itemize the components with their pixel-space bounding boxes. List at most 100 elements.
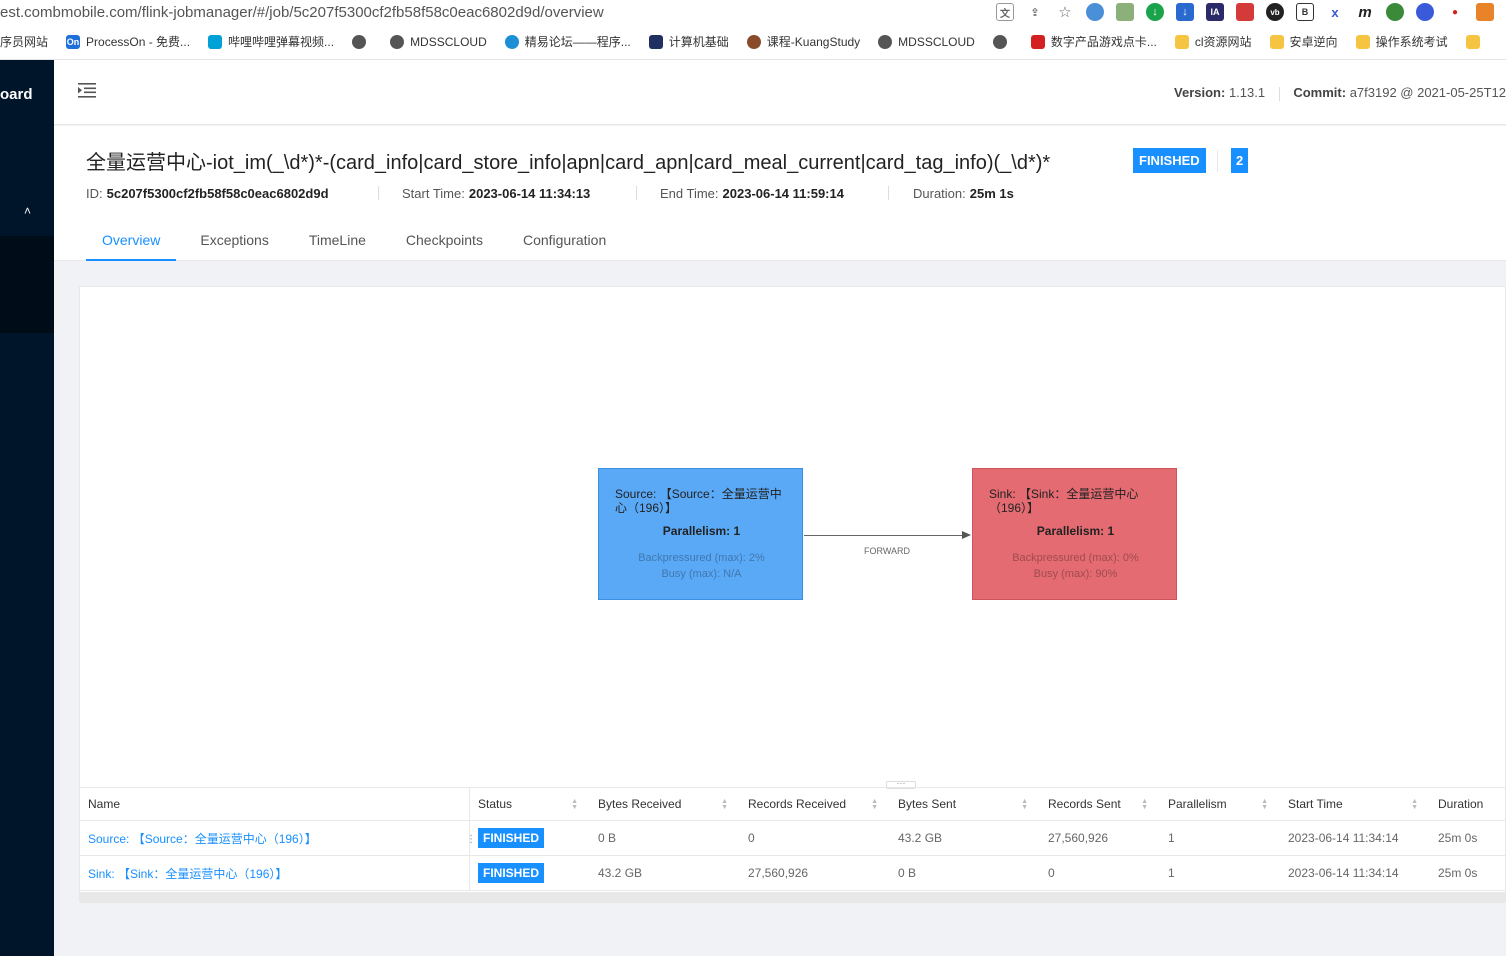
- busy-metric: Busy (max): N/A: [661, 568, 742, 580]
- bookmark-item[interactable]: cl资源网站: [1174, 33, 1252, 50]
- sink-node[interactable]: Sink: 【Sink：全量运营中心（196）】 Parallelism: 1 …: [972, 468, 1177, 600]
- extension-image-icon[interactable]: [1116, 3, 1134, 21]
- tab-timeline[interactable]: TimeLine: [293, 226, 382, 261]
- commit-label: Commit:: [1293, 85, 1347, 100]
- tab-overview[interactable]: Overview: [86, 226, 177, 261]
- extension-x-icon[interactable]: x: [1326, 3, 1344, 21]
- sort-icon[interactable]: ▲ ▼: [871, 798, 878, 811]
- bookmark-item[interactable]: [992, 34, 1013, 49]
- table-scrollbar[interactable]: [80, 892, 1506, 903]
- bytes-received-cell: 43.2 GB: [598, 866, 643, 880]
- job-graph[interactable]: Source: 【Source：全量运营中心（196）】 Parallelism…: [80, 287, 1506, 789]
- share-icon[interactable]: ⇪: [1026, 3, 1044, 21]
- bookmark-item[interactable]: 操作系统考试: [1355, 33, 1448, 50]
- chevron-up-icon[interactable]: ˄: [24, 204, 31, 218]
- bookmark-label: 操作系统考试: [1375, 35, 1448, 49]
- sort-icon[interactable]: ▲ ▼: [721, 798, 728, 811]
- extension-record-icon[interactable]: ●: [1446, 3, 1464, 21]
- bookmark-item[interactable]: On ProcessOn - 免费...: [66, 33, 190, 50]
- sort-icon[interactable]: ▲ ▼: [1141, 798, 1148, 811]
- divider: [378, 186, 379, 200]
- extension-earth-icon[interactable]: [1386, 3, 1404, 21]
- records-received-cell: 0: [748, 831, 755, 845]
- sort-icon[interactable]: ▲ ▼: [1261, 798, 1268, 811]
- node-name: Source: 【Source：全量运营中心（196）】: [615, 487, 782, 515]
- node-name: Sink: 【Sink：全量运营中心（196）】: [989, 487, 1139, 515]
- bookmark-item[interactable]: MDSSCLOUD: [878, 34, 975, 49]
- column-header-records-sent[interactable]: Records Sent ▲ ▼: [1040, 788, 1160, 820]
- sidebar-submenu: [0, 236, 54, 333]
- translate-icon[interactable]: 文: [996, 3, 1014, 21]
- url-field[interactable]: est.combmobile.com/flink-jobmanager/#/jo…: [0, 4, 990, 21]
- extension-download-icon[interactable]: ↓: [1176, 3, 1194, 21]
- bookmark-item[interactable]: 课程-KuangStudy: [746, 33, 860, 50]
- records-sent-cell: 27,560,926: [1048, 831, 1109, 845]
- extension-cube-icon[interactable]: [1236, 3, 1254, 21]
- vertex-name-cell[interactable]: Source: 【Source：全量运营中心（196）】 ⋮: [80, 821, 476, 855]
- extension-m-icon[interactable]: m: [1356, 3, 1374, 21]
- bookmark-label: 序员网站: [0, 35, 49, 49]
- extension-globe-icon[interactable]: [1086, 3, 1104, 21]
- column-header-bytes-received[interactable]: Bytes Received ▲ ▼: [590, 788, 740, 820]
- job-id-value: 5c207f5300cf2fb58f58c0eac6802d9d: [106, 186, 329, 201]
- divider: [1217, 150, 1218, 172]
- start-time-cell: 2023-06-14 11:34:14: [1288, 866, 1399, 880]
- column-header-name[interactable]: Name: [80, 788, 470, 820]
- job-overview-card: Source: 【Source：全量运营中心（196）】 Parallelism…: [79, 286, 1506, 903]
- bookmark-item[interactable]: MDSSCLOUD: [390, 34, 487, 49]
- node-parallelism: Parallelism: 1: [1036, 524, 1115, 538]
- start-time-value: 2023-06-14 11:34:13: [468, 186, 591, 201]
- bookmark-item[interactable]: [1465, 34, 1486, 49]
- browser-toolbar-icons: 文 ⇪ ☆ ↓ ↓ IA vb B x m ●: [990, 3, 1506, 21]
- tab-configuration[interactable]: Configuration: [507, 226, 622, 261]
- menu-fold-icon[interactable]: [78, 82, 96, 98]
- grid-icon: [648, 34, 663, 49]
- bookmark-item[interactable]: 数字产品游戏点卡...: [1030, 33, 1157, 50]
- bookmark-item[interactable]: 序员网站: [0, 33, 48, 50]
- version-info: Version: 1.13.1 Commit: a7f3192 @ 2021-0…: [1174, 85, 1506, 101]
- extension-hex-icon[interactable]: [1416, 3, 1434, 21]
- end-time-label: End Time:: [660, 186, 719, 201]
- bytes-received-cell: 0 B: [598, 831, 617, 845]
- bookmark-label: ProcessOn - 免费...: [86, 35, 191, 49]
- source-node[interactable]: Source: 【Source：全量运营中心（196）】 Parallelism…: [598, 468, 803, 600]
- column-header-status[interactable]: Status ▲ ▼: [470, 788, 590, 820]
- sort-icon[interactable]: ▲ ▼: [1411, 798, 1418, 811]
- column-header-parallelism[interactable]: Parallelism ▲ ▼: [1160, 788, 1280, 820]
- duration-label: Duration:: [913, 186, 966, 201]
- job-start-time: Start Time: 2023-06-14 11:34:13: [402, 186, 590, 201]
- column-header-start-time[interactable]: Start Time ▲ ▼: [1280, 788, 1430, 820]
- extension-download-green-icon[interactable]: ↓: [1146, 3, 1164, 21]
- duration-cell: 25m 0s: [1438, 866, 1478, 880]
- extension-vb-icon[interactable]: vb: [1266, 3, 1284, 21]
- graph-edge: [804, 535, 967, 536]
- extension-fox-icon[interactable]: [1476, 3, 1494, 21]
- sort-icon[interactable]: ▲ ▼: [1021, 798, 1028, 811]
- job-end-time: End Time: 2023-06-14 11:59:14: [660, 186, 844, 201]
- start-time-label: Start Time:: [402, 186, 465, 201]
- divider: [636, 186, 637, 200]
- bookmark-item[interactable]: 计算机基础: [648, 33, 729, 50]
- extension-sync-icon[interactable]: B: [1296, 3, 1314, 21]
- column-header-bytes-sent[interactable]: Bytes Sent ▲ ▼: [890, 788, 1040, 820]
- sidebar: oard ˄: [0, 60, 54, 956]
- bookmark-star-icon[interactable]: ☆: [1056, 3, 1074, 21]
- parallelism-cell: 1: [1168, 866, 1175, 880]
- backpressured-metric: Backpressured (max): 2%: [638, 552, 765, 564]
- extension-ia-icon[interactable]: IA: [1206, 3, 1224, 21]
- tab-exceptions[interactable]: Exceptions: [184, 226, 284, 261]
- column-header-duration[interactable]: Duration: [1430, 788, 1506, 820]
- table-row[interactable]: Source: 【Source：全量运营中心（196）】 ⋮ FINISHED 0…: [80, 821, 1506, 856]
- bookmark-item[interactable]: [352, 34, 372, 49]
- bookmark-item[interactable]: 安卓逆向: [1269, 33, 1338, 50]
- edge-label: FORWARD: [864, 546, 910, 556]
- column-header-records-received[interactable]: Records Received ▲ ▼: [740, 788, 890, 820]
- duration-cell: 25m 0s: [1438, 831, 1478, 845]
- bookmark-item[interactable]: 哔哩哔哩弹幕视频...: [208, 33, 334, 50]
- sort-icon[interactable]: ▲ ▼: [571, 798, 578, 811]
- bookmark-item[interactable]: 精易论坛——程序...: [504, 33, 631, 50]
- vertex-name-cell[interactable]: Sink: 【Sink：全量运营中心（196）】: [80, 856, 470, 890]
- vertex-table: Name Status ▲ ▼ Bytes Received ▲ ▼ Records R…: [80, 787, 1506, 891]
- tab-checkpoints[interactable]: Checkpoints: [390, 226, 499, 261]
- table-row[interactable]: Sink: 【Sink：全量运营中心（196）】 FINISHED 43.2 G…: [80, 856, 1506, 891]
